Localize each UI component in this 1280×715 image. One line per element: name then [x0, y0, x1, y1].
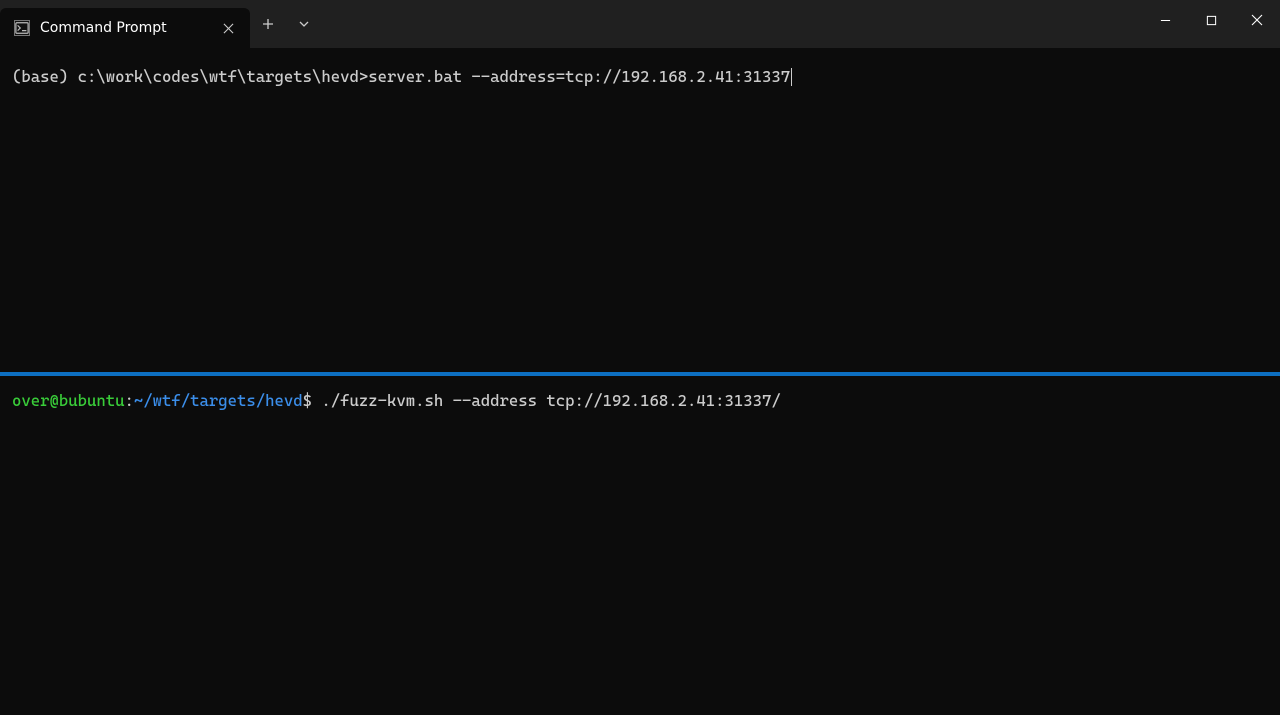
bottom-terminal-pane[interactable]: over@bubuntu:~/wtf/targets/hevd$ ./fuzz-…	[0, 376, 1280, 715]
terminal-panes: (base) c:\work\codes\wtf\targets\hevd>se…	[0, 48, 1280, 715]
minimize-button[interactable]	[1142, 0, 1188, 40]
active-tab[interactable]: Command Prompt	[0, 8, 250, 48]
bash-cwd: ~/wtf/targets/hevd	[134, 391, 303, 410]
tab-dropdown-button[interactable]	[286, 4, 322, 44]
titlebar-drag-area[interactable]	[322, 0, 1142, 48]
new-tab-button[interactable]	[250, 4, 286, 44]
cmd-command: server.bat --address=tcp://192.168.2.41:…	[368, 67, 790, 86]
cmd-prompt: (base) c:\work\codes\wtf\targets\hevd>	[12, 67, 368, 86]
close-window-button[interactable]	[1234, 0, 1280, 40]
tab-title: Command Prompt	[40, 20, 208, 36]
bash-command: ./fuzz-kvm.sh --address tcp://192.168.2.…	[321, 391, 780, 410]
bash-dollar: $	[303, 391, 322, 410]
bash-user-host: over@bubuntu	[12, 391, 125, 410]
text-cursor	[791, 68, 792, 86]
window-controls	[1142, 0, 1280, 48]
titlebar: Command Prompt	[0, 0, 1280, 48]
top-terminal-pane[interactable]: (base) c:\work\codes\wtf\targets\hevd>se…	[0, 48, 1280, 376]
maximize-button[interactable]	[1188, 0, 1234, 40]
close-tab-button[interactable]	[218, 18, 238, 38]
bash-colon: :	[125, 391, 134, 410]
terminal-icon	[14, 20, 30, 36]
